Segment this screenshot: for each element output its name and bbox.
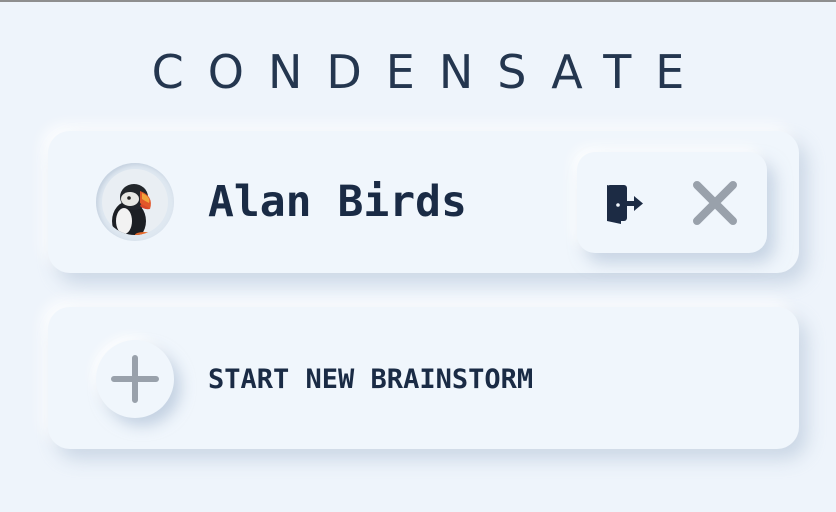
avatar[interactable] [96,163,174,241]
add-brainstorm-button[interactable] [96,340,174,418]
window-top-border [0,0,836,2]
logout-door-icon [607,185,643,224]
user-actions [577,152,767,253]
plus-icon [111,355,159,403]
start-brainstorm-label[interactable]: START NEW BRAINSTORM [208,363,533,397]
user-name: Alan Birds [208,177,467,227]
close-button[interactable] [687,176,743,230]
app-title: CONDENSATE [151,45,709,99]
puffin-avatar-icon [102,169,168,235]
new-brainstorm-card[interactable]: START NEW BRAINSTORM [48,307,799,449]
logout-button[interactable] [599,178,649,228]
close-icon [693,181,737,225]
user-card: Alan Birds [48,131,799,273]
